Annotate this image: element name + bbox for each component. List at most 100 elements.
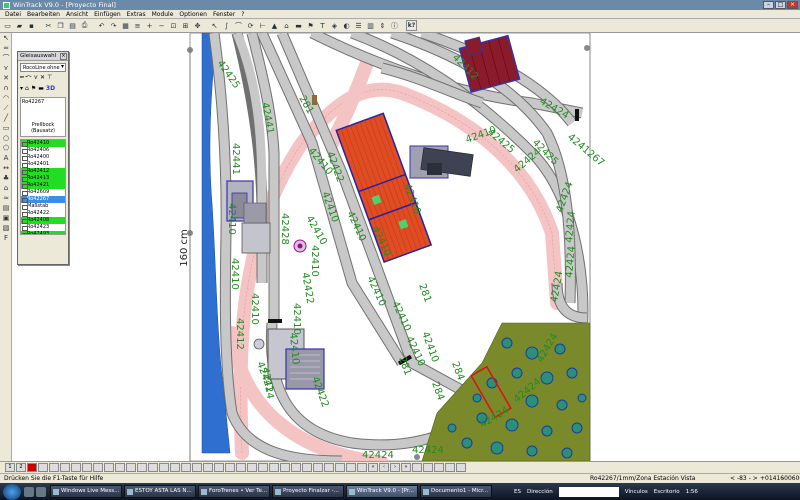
menu-datei[interactable]: Datei [2,11,24,18]
layer-button[interactable] [445,463,455,472]
quick-launch-icon[interactable] [24,486,34,497]
switch-track-icon[interactable]: ⋎ [34,74,38,84]
layer-button[interactable]: 2 [16,463,26,472]
layer-button[interactable] [291,463,301,472]
info-icon[interactable]: ⓘ [389,20,400,31]
layer-button[interactable] [170,463,180,472]
track-icon[interactable]: ═ [1,44,11,53]
menu-optionen[interactable]: Optionen [176,11,210,18]
layer-button[interactable] [203,463,213,472]
layer-button[interactable] [313,463,323,472]
measure-icon[interactable]: ⊢ [257,20,268,31]
paste-icon[interactable]: ▤ [67,20,78,31]
menu-ansicht[interactable]: Ansicht [63,11,91,18]
pointer-icon[interactable]: ↖ [1,34,11,43]
vehicle-catalog-icon[interactable]: ▬ [38,85,44,95]
layer-button[interactable] [335,463,345,472]
undo-icon[interactable]: ↶ [96,20,107,31]
zoom-in-icon[interactable]: + [144,20,155,31]
building-icon[interactable]: ⌂ [281,20,292,31]
connect-icon[interactable]: ⌒ [233,20,244,31]
pan-icon[interactable]: ✥ [192,20,203,31]
menu-extras[interactable]: Extras [124,11,149,18]
track-list-item[interactable]: Ro42422 [21,210,65,217]
tree-icon[interactable]: ♣ [1,174,11,183]
save-icon[interactable]: ▪ [26,20,37,31]
layer-button[interactable] [49,463,59,472]
layer-button[interactable] [181,463,191,472]
layer-button[interactable] [82,463,92,472]
palette-title-bar[interactable]: Gleisauswahl × [18,52,68,61]
layer-active-button[interactable] [27,463,37,472]
menu-help[interactable]: ? [238,11,247,18]
layer-button[interactable] [357,463,367,472]
print-icon[interactable]: ⎙ [79,20,90,31]
layer-button[interactable] [126,463,136,472]
paint-icon[interactable]: ▧ [1,224,11,233]
curve-icon[interactable]: ⌒ [1,54,11,63]
new-file-icon[interactable]: ▭ [2,20,13,31]
circle-icon[interactable]: ○ [1,134,11,143]
drawing-canvas[interactable]: 160 cm 42425 42441 281 42410 42410 42410 42412… [12,33,800,461]
track-selection-palette[interactable]: Gleisauswahl × RocoLine ohne ... ━ ⌒ ⋎ ✕… [17,51,69,265]
track-item-list[interactable]: Ro42410 Ro42406 Ro42400 Ro42401 Ro42412 Ro424… [20,139,66,235]
line-icon[interactable]: ╱ [1,114,11,123]
links-toolbar[interactable]: Vínculos [625,489,648,495]
special-track-icon[interactable]: ⊤ [47,74,52,84]
layer-button[interactable] [412,463,422,472]
layer-button[interactable] [104,463,114,472]
track-list-item[interactable]: Ro42423 [21,224,65,231]
layer-button[interactable] [137,463,147,472]
layer-button[interactable] [236,463,246,472]
rotate-icon[interactable]: ⟳ [245,20,256,31]
crossing-icon[interactable]: ✕ [1,74,11,83]
layer-button[interactable] [302,463,312,472]
track-list-item[interactable]: Ro42400 [21,154,65,161]
track-layout[interactable]: 160 cm 4242542441 28142410424104241042412… [12,33,800,461]
layer-button[interactable] [60,463,70,472]
next-page-icon[interactable]: › [390,463,400,472]
close-button[interactable]: × [787,1,798,9]
menu-bearbeiten[interactable]: Bearbeiten [24,11,63,18]
list-icon[interactable]: ☰ [353,20,364,31]
quick-launch-icon[interactable] [36,486,46,497]
taskbar-item-active[interactable]: WinTrack V9.0 - [Pr... [346,485,418,498]
layers-icon[interactable]: ≡ [132,20,143,31]
layer-button[interactable]: 1 [5,463,15,472]
zoom-window-icon[interactable]: ⊞ [180,20,191,31]
context-help-button[interactable]: k? [406,20,417,31]
layer-button[interactable] [115,463,125,472]
last-page-icon[interactable]: » [401,463,411,472]
text-icon[interactable]: T [317,20,328,31]
track-list-item[interactable]: Ro42408 [21,217,65,224]
track-list-item[interactable]: Ro42609 [21,189,65,196]
layer-button[interactable] [38,463,48,472]
height-icon[interactable]: ⇕ [377,20,388,31]
redo-icon[interactable]: ↷ [108,20,119,31]
layer-button[interactable] [214,463,224,472]
zoom-out-icon[interactable]: − [156,20,167,31]
address-field[interactable] [558,486,619,497]
turnout-icon[interactable]: ⋎ [1,64,11,73]
prev-page-icon[interactable]: ‹ [379,463,389,472]
view-3d-catalog-icon[interactable]: 3D [46,85,55,95]
track-system-select[interactable]: RocoLine ohne ... [20,63,66,79]
building-catalog-icon[interactable]: ⌂ [25,85,29,95]
layer-button[interactable] [269,463,279,472]
menu-einfuegen[interactable]: Einfügen [91,11,123,18]
taskbar-item[interactable]: Documento1 - Micr... [420,485,492,498]
layer-button[interactable] [324,463,334,472]
open-folder-icon[interactable]: ▰ [14,20,25,31]
track-list-item[interactable]: Ro42267 [21,196,65,203]
language-indicator[interactable]: ES [514,489,521,495]
signal-icon[interactable]: ⚑ [305,20,316,31]
palette-close-icon[interactable]: × [60,53,67,60]
layer-button[interactable] [93,463,103,472]
flex-track-icon[interactable]: ∫ [221,20,232,31]
taskbar-item[interactable]: ForoTrenes • Ver Te... [198,485,270,498]
image-icon[interactable]: ▣ [1,214,11,223]
layer-button[interactable] [71,463,81,472]
landscape-icon[interactable]: ▲ [269,20,280,31]
taskbar-item[interactable]: Proyecto Finalzar -... [272,485,344,498]
catalog-icon[interactable]: ▥ [365,20,376,31]
